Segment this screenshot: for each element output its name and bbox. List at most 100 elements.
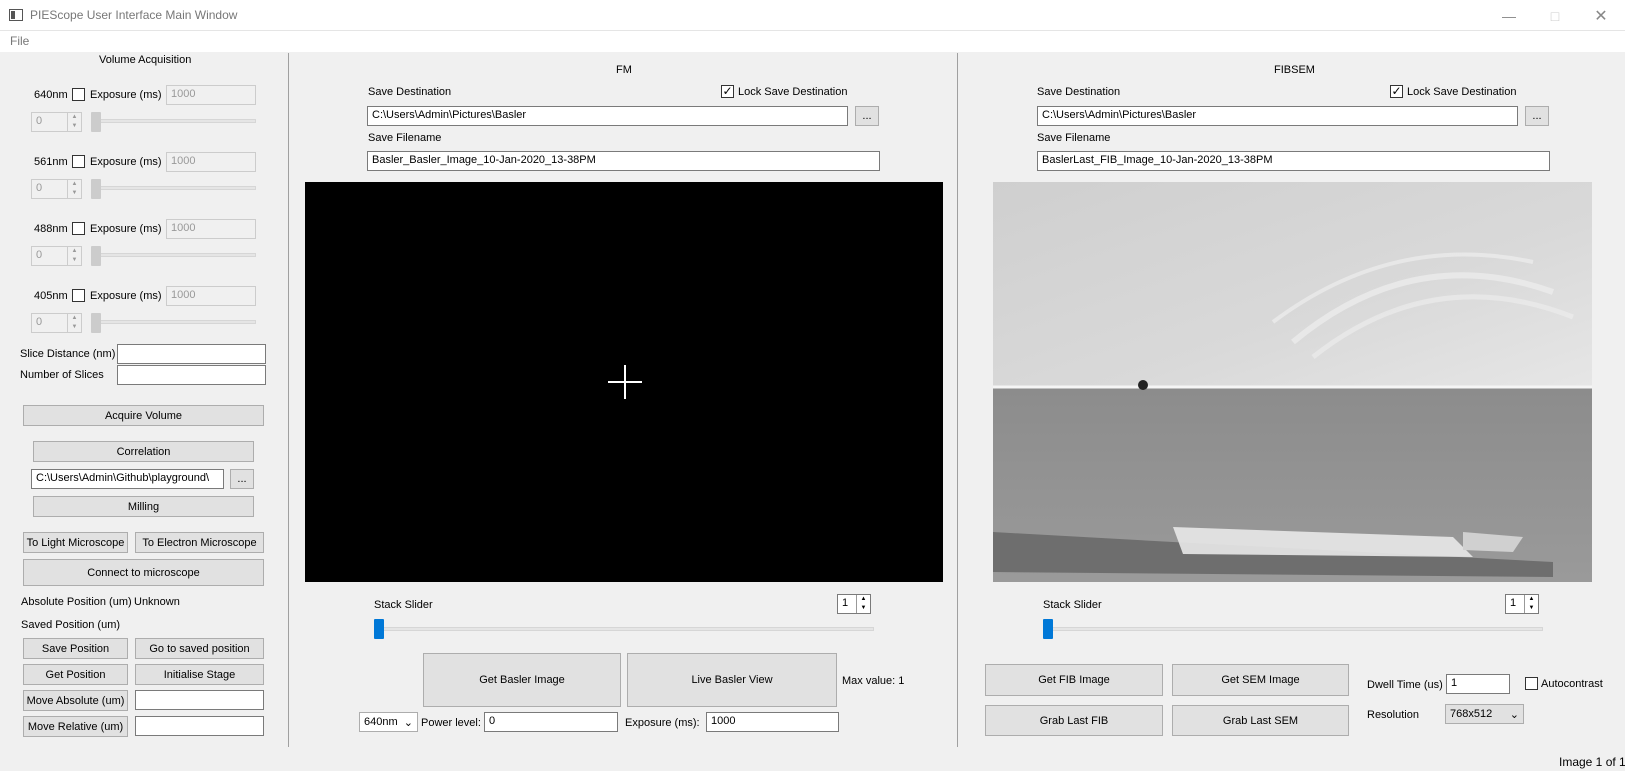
- volume-acquisition-title: Volume Acquisition: [99, 54, 192, 66]
- grab-last-fib-button[interactable]: Grab Last FIB: [985, 705, 1163, 736]
- fibsem-image-view[interactable]: [993, 182, 1592, 582]
- to-light-microscope-button[interactable]: To Light Microscope: [23, 532, 128, 553]
- fibsem-lock-save-destination-checkbox[interactable]: [1390, 85, 1403, 98]
- get-fib-image-button[interactable]: Get FIB Image: [985, 664, 1163, 696]
- laser-488-exposure-input[interactable]: 1000: [166, 219, 256, 239]
- fibsem-stack-spinbox[interactable]: 1 ▲ ▼: [1505, 594, 1539, 614]
- title-bar: [0, 0, 1625, 31]
- number-of-slices-input[interactable]: [117, 365, 266, 385]
- laser-561-slider-track: [93, 186, 256, 190]
- fm-stack-slider-label: Stack Slider: [374, 599, 433, 611]
- fm-save-filename-label: Save Filename: [368, 132, 442, 144]
- dwell-time-input[interactable]: 1: [1446, 674, 1510, 694]
- fm-lock-save-destination-checkbox[interactable]: [721, 85, 734, 98]
- go-to-saved-position-button[interactable]: Go to saved position: [135, 638, 264, 659]
- laser-640-checkbox[interactable]: [72, 88, 85, 101]
- fm-stack-slider-track: [374, 627, 874, 631]
- laser-640-label: 640nm: [34, 89, 68, 101]
- move-absolute-input[interactable]: [135, 690, 264, 710]
- laser-405-exposure-input[interactable]: 1000: [166, 286, 256, 306]
- laser-405-slider-track: [93, 320, 256, 324]
- laser-488-slider-track: [93, 253, 256, 257]
- correlation-browse-button[interactable]: ...: [230, 469, 254, 489]
- fm-exposure-label: Exposure (ms):: [625, 717, 700, 729]
- save-position-button[interactable]: Save Position: [23, 638, 128, 659]
- laser-405-exposure-label: Exposure (ms): [90, 290, 162, 302]
- fm-stack-slider-handle[interactable]: [374, 619, 384, 639]
- laser-405-label: 405nm: [34, 290, 68, 302]
- move-absolute-button[interactable]: Move Absolute (um): [23, 690, 128, 711]
- move-relative-button[interactable]: Move Relative (um): [23, 716, 128, 737]
- fm-browse-button[interactable]: ...: [855, 106, 879, 126]
- laser-640-exposure-label: Exposure (ms): [90, 89, 162, 101]
- absolute-position-label: Absolute Position (um): [21, 596, 132, 608]
- fibsem-save-filename-input[interactable]: BaslerLast_FIB_Image_10-Jan-2020_13-38PM: [1037, 151, 1550, 171]
- autocontrast-checkbox[interactable]: [1525, 677, 1538, 690]
- fm-laser-select[interactable]: 640nm ⌄: [359, 712, 418, 732]
- laser-405-slider-handle[interactable]: [91, 313, 101, 333]
- fibsem-save-filename-label: Save Filename: [1037, 132, 1111, 144]
- laser-488-spinbox[interactable]: 0 ▲ ▼: [31, 246, 82, 266]
- move-relative-input[interactable]: [135, 716, 264, 736]
- fm-exposure-input[interactable]: 1000: [706, 712, 839, 732]
- laser-561-spinbox[interactable]: 0 ▲ ▼: [31, 179, 82, 199]
- live-basler-view-button[interactable]: Live Basler View: [627, 653, 837, 707]
- get-sem-image-button[interactable]: Get SEM Image: [1172, 664, 1349, 696]
- acquire-volume-button[interactable]: Acquire Volume: [23, 405, 264, 426]
- maximize-icon[interactable]: □: [1532, 0, 1578, 31]
- fm-title: FM: [616, 64, 632, 76]
- fibsem-browse-button[interactable]: ...: [1525, 106, 1549, 126]
- resolution-select[interactable]: 768x512 ⌄: [1445, 704, 1524, 724]
- get-basler-image-button[interactable]: Get Basler Image: [423, 653, 621, 707]
- app-window-icon: [9, 9, 23, 21]
- power-level-input[interactable]: 0: [484, 712, 618, 732]
- center-panel-separator: [957, 53, 958, 747]
- fm-save-filename-input[interactable]: Basler_Basler_Image_10-Jan-2020_13-38PM: [367, 151, 880, 171]
- grab-last-sem-button[interactable]: Grab Last SEM: [1172, 705, 1349, 736]
- laser-561-exposure-label: Exposure (ms): [90, 156, 162, 168]
- get-position-button[interactable]: Get Position: [23, 664, 128, 685]
- menu-bar: [0, 31, 1625, 52]
- resolution-label: Resolution: [1367, 709, 1419, 721]
- fm-save-destination-input[interactable]: C:\Users\Admin\Pictures\Basler: [367, 106, 848, 126]
- laser-561-checkbox[interactable]: [72, 155, 85, 168]
- minimize-icon[interactable]: —: [1486, 0, 1532, 31]
- fibsem-stack-slider-handle[interactable]: [1043, 619, 1053, 639]
- laser-488-exposure-label: Exposure (ms): [90, 223, 162, 235]
- laser-405-spinbox[interactable]: 0 ▲ ▼: [31, 313, 82, 333]
- initialise-stage-button[interactable]: Initialise Stage: [135, 664, 264, 685]
- sample-surface-region: [993, 182, 1592, 387]
- laser-561-slider-handle[interactable]: [91, 179, 101, 199]
- laser-640-slider-handle[interactable]: [91, 112, 101, 132]
- fm-lock-save-destination-label: Lock Save Destination: [738, 86, 848, 98]
- menu-file[interactable]: File: [10, 34, 29, 48]
- fibsem-lock-save-destination-label: Lock Save Destination: [1407, 86, 1517, 98]
- fibsem-stack-slider-label: Stack Slider: [1043, 599, 1102, 611]
- window-title: PIEScope User Interface Main Window: [30, 8, 238, 22]
- laser-561-label: 561nm: [34, 156, 68, 168]
- to-electron-microscope-button[interactable]: To Electron Microscope: [135, 532, 264, 553]
- left-panel-separator: [288, 53, 289, 747]
- crosshair-vertical: [624, 365, 626, 399]
- laser-488-slider-handle[interactable]: [91, 246, 101, 266]
- laser-640-slider-track: [93, 119, 256, 123]
- correlation-button[interactable]: Correlation: [33, 441, 254, 462]
- correlation-path-input[interactable]: C:\Users\Admin\Github\playground\: [31, 469, 224, 489]
- fm-image-view[interactable]: [305, 182, 943, 582]
- laser-405-checkbox[interactable]: [72, 289, 85, 302]
- laser-640-exposure-input[interactable]: 1000: [166, 85, 256, 105]
- laser-561-exposure-input[interactable]: 1000: [166, 152, 256, 172]
- number-of-slices-label: Number of Slices: [20, 369, 104, 381]
- particle-mark: [1138, 380, 1148, 390]
- laser-488-checkbox[interactable]: [72, 222, 85, 235]
- close-icon[interactable]: ✕: [1578, 0, 1624, 31]
- fibsem-save-destination-input[interactable]: C:\Users\Admin\Pictures\Basler: [1037, 106, 1518, 126]
- milling-button[interactable]: Milling: [33, 496, 254, 517]
- fibsem-save-destination-label: Save Destination: [1037, 86, 1121, 98]
- slice-distance-label: Slice Distance (nm): [20, 348, 116, 360]
- connect-to-microscope-button[interactable]: Connect to microscope: [23, 559, 264, 586]
- absolute-position-value: Unknown: [134, 596, 180, 608]
- laser-640-spinbox[interactable]: 0 ▲ ▼: [31, 112, 82, 132]
- fm-stack-spinbox[interactable]: 1 ▲ ▼: [837, 594, 871, 614]
- slice-distance-input[interactable]: [117, 344, 266, 364]
